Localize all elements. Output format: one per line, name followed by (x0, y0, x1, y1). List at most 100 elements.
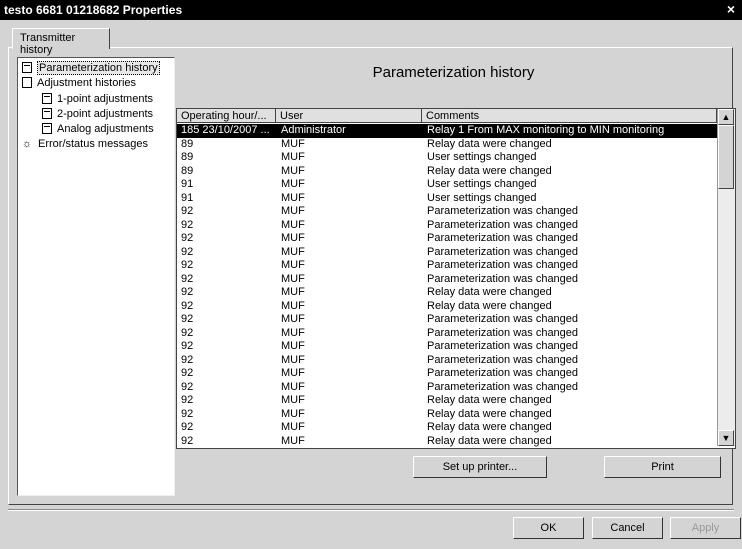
table-row[interactable]: 89 MUF Relay data were changed (177, 165, 717, 179)
tree-item-label: Parameterization history (37, 61, 160, 75)
cell-operating-hour: 92 (181, 218, 194, 231)
close-icon[interactable]: × (724, 1, 738, 17)
document-icon (42, 93, 52, 104)
scroll-up-icon[interactable]: ▲ (718, 109, 734, 125)
tab-transmitter-history[interactable]: Transmitter history (12, 28, 110, 56)
table-header: Operating hour/... User Comments (177, 109, 717, 124)
column-header-operating-hour[interactable]: Operating hour/... (177, 109, 276, 123)
print-button[interactable]: Print (604, 456, 721, 478)
cell-user: MUF (281, 232, 305, 244)
table-row[interactable]: 92 MUF Relay data were changed (177, 435, 717, 449)
tree-item-label: Error/status messages (38, 138, 149, 150)
cell-user: MUF (281, 394, 305, 406)
tree-item-parameterization-history[interactable]: Parameterization history (22, 61, 160, 75)
footer-divider (8, 509, 734, 511)
cancel-button[interactable]: Cancel (592, 517, 663, 539)
cell-comment: Parameterization was changed (427, 245, 579, 258)
cell-operating-hour: 92 (181, 259, 194, 271)
cell-comment: User settings changed (427, 178, 537, 190)
table-row[interactable]: 92 MUF Parameterization was changed (177, 205, 717, 219)
cell-user: MUF (281, 326, 305, 339)
table-row[interactable]: 92 MUF Parameterization was changed (177, 259, 717, 273)
tree-item-analog-adjustments[interactable]: Analog adjustments (42, 122, 154, 136)
cell-comment: Relay 1 From MAX monitoring to MIN monit… (427, 124, 665, 136)
vertical-scrollbar[interactable]: ▲ ▼ (717, 109, 735, 446)
table-row[interactable]: 91 MUF User settings changed (177, 178, 717, 192)
alarm-icon: ☼ (22, 138, 33, 150)
column-header-user[interactable]: User (276, 109, 422, 123)
cell-comment: User settings changed (427, 151, 537, 163)
cell-operating-hour: 92 (181, 326, 194, 339)
tree-item-label: 1-point adjustments (57, 93, 153, 105)
cell-comment: Relay data were changed (427, 164, 552, 177)
cell-operating-hour: 92 (181, 353, 194, 366)
table-row[interactable]: 89 MUF User settings changed (177, 151, 717, 165)
cell-operating-hour: 185 23/10/2007 ... (181, 124, 270, 136)
tree-item-1-point-adjustments[interactable]: 1-point adjustments (42, 92, 153, 106)
cell-comment: Parameterization was changed (427, 367, 579, 379)
cell-operating-hour: 92 (181, 232, 194, 244)
cell-comment: User settings changed (427, 191, 537, 204)
table-row[interactable]: 91 MUF User settings changed (177, 192, 717, 206)
title-bar: testo 6681 01218682 Properties × (0, 0, 742, 20)
cell-operating-hour: 92 (181, 286, 194, 298)
scrollbar-thumb[interactable] (718, 125, 734, 189)
tree-item-error-status-messages[interactable]: ☼ Error/status messages (22, 137, 148, 151)
tree-item-label: 2-point adjustments (57, 108, 153, 120)
scroll-down-icon[interactable]: ▼ (718, 430, 734, 446)
document-icon (42, 123, 52, 134)
table-row[interactable]: 92 MUF Parameterization was changed (177, 313, 717, 327)
tab-label: Transmitter history (20, 32, 76, 56)
cell-operating-hour: 91 (181, 178, 194, 190)
cell-user: MUF (281, 272, 305, 285)
set-up-printer-button[interactable]: Set up printer... (413, 456, 547, 478)
cell-operating-hour: 91 (181, 191, 194, 204)
table-row[interactable]: 92 MUF Parameterization was changed (177, 327, 717, 341)
table-row[interactable]: 92 MUF Relay data were changed (177, 286, 717, 300)
cell-user: MUF (281, 299, 305, 312)
cell-user: MUF (281, 407, 305, 420)
cell-user: MUF (281, 421, 305, 433)
table-row[interactable]: 92 MUF Parameterization was changed (177, 232, 717, 246)
table-row[interactable]: 185 23/10/2007 ... Administrator Relay 1 F… (177, 124, 717, 138)
table-row[interactable]: 92 MUF Relay data were changed (177, 421, 717, 435)
table-row[interactable]: 89 MUF Relay data were changed (177, 138, 717, 152)
table-row[interactable]: 92 MUF Parameterization was changed (177, 367, 717, 381)
cell-comment: Parameterization was changed (427, 259, 579, 271)
cell-user: MUF (281, 164, 305, 177)
cell-user: MUF (281, 218, 305, 231)
tree-item-adjustment-histories[interactable]: Adjustment histories (22, 76, 136, 90)
tree-item-label: Analog adjustments (57, 123, 154, 135)
table-row[interactable]: 92 MUF Parameterization was changed (177, 340, 717, 354)
cell-operating-hour: 89 (181, 164, 194, 177)
cell-user: MUF (281, 380, 305, 393)
cell-user: MUF (281, 178, 305, 190)
cell-user: MUF (281, 367, 305, 379)
table-row[interactable]: 92 MUF Relay data were changed (177, 394, 717, 408)
ok-button[interactable]: OK (513, 517, 584, 539)
tree-item-2-point-adjustments[interactable]: 2-point adjustments (42, 107, 153, 121)
table-row[interactable]: 92 MUF Parameterization was changed (177, 381, 717, 395)
column-header-comments[interactable]: Comments (422, 109, 717, 123)
table-row[interactable]: 92 MUF Relay data were changed (177, 408, 717, 422)
table-row[interactable]: 92 MUF Parameterization was changed (177, 354, 717, 368)
page-title: Parameterization history (372, 64, 535, 81)
cell-user: MUF (281, 286, 305, 298)
cell-comment: Parameterization was changed (427, 272, 579, 285)
cell-comment: Relay data were changed (427, 137, 552, 150)
cell-comment: Relay data were changed (427, 421, 552, 433)
apply-button[interactable]: Apply (670, 517, 741, 539)
cell-comment: Relay data were changed (427, 394, 552, 406)
cell-comment: Parameterization was changed (427, 340, 579, 352)
cell-user: Administrator (281, 124, 346, 136)
table-row[interactable]: 92 MUF Parameterization was changed (177, 219, 717, 233)
cell-user: MUF (281, 434, 305, 447)
table-row[interactable]: 92 MUF Parameterization was changed (177, 273, 717, 287)
table-row[interactable]: 92 MUF Parameterization was changed (177, 246, 717, 260)
table-row[interactable]: 92 MUF Relay data were changed (177, 300, 717, 314)
document-icon (22, 62, 32, 73)
history-tree: Parameterization history Adjustment hist… (17, 57, 175, 496)
cell-comment: Parameterization was changed (427, 353, 579, 366)
cell-operating-hour: 92 (181, 205, 194, 217)
cell-user: MUF (281, 259, 305, 271)
